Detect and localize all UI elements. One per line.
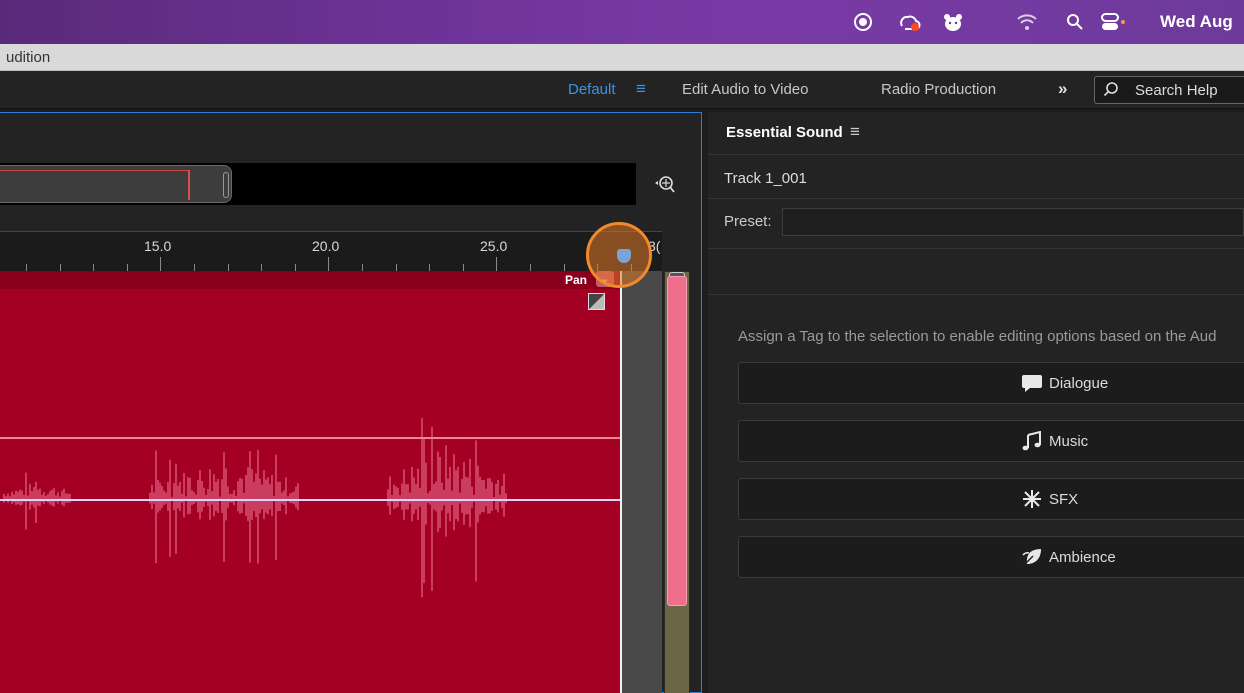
essential-sound-title[interactable]: Essential Sound <box>726 124 843 141</box>
tag-sfx-button[interactable]: SFX <box>738 478 1244 520</box>
tag-ambience-button[interactable]: Ambience <box>738 536 1244 578</box>
workspace-edit-audio-to-video[interactable]: Edit Audio to Video <box>682 81 809 98</box>
ruler-tick <box>227 264 229 271</box>
ruler-tick <box>26 264 27 271</box>
wifi-icon[interactable] <box>1014 10 1040 34</box>
waveform <box>3 418 507 598</box>
editor-panel: 15.0 20.0 25.0 3( Pan ⌄ <box>0 112 702 693</box>
ruler-tick <box>328 257 330 271</box>
menubar-date[interactable]: Wed Aug <box>1160 12 1233 32</box>
workspace-menu-icon[interactable]: ≡ <box>636 79 646 99</box>
assign-tag-hint: Assign a Tag to the selection to enable … <box>738 328 1217 345</box>
bear-icon[interactable] <box>940 10 966 34</box>
essential-sound-panel: Essential Sound ≡ Track 1_001 Preset: As… <box>708 112 1244 693</box>
workspace-default[interactable]: Default <box>568 81 616 98</box>
record-icon[interactable] <box>850 10 876 34</box>
tag-dialogue-button[interactable]: Dialogue <box>738 362 1244 404</box>
pan-envelope-line[interactable] <box>0 499 620 501</box>
ruler-tick <box>429 264 431 271</box>
divider <box>708 294 1244 295</box>
creative-cloud-icon[interactable] <box>896 10 922 34</box>
music-note-icon <box>1021 430 1043 456</box>
audio-track-clip[interactable]: Pan ⌄ <box>0 271 622 693</box>
control-center-icon[interactable] <box>1100 10 1126 34</box>
ruler-tick <box>395 264 397 271</box>
ruler-tick <box>496 257 498 271</box>
tag-sfx-label: SFX <box>1049 491 1079 508</box>
click-highlight-ring <box>586 222 652 288</box>
app-title: udition <box>6 49 51 66</box>
search-icon[interactable] <box>1062 10 1088 34</box>
preset-dropdown[interactable] <box>782 208 1244 236</box>
tag-dialogue-label: Dialogue <box>1049 375 1109 392</box>
workspace-radio-production[interactable]: Radio Production <box>881 81 996 98</box>
tag-music-button[interactable]: Music <box>738 420 1244 462</box>
tag-ambience-label: Ambience <box>1049 549 1116 566</box>
search-help-icon <box>1103 81 1119 102</box>
meter-fill <box>667 276 687 606</box>
ruler-tick <box>126 264 128 271</box>
overview-resize-handle[interactable] <box>223 172 229 198</box>
playhead-marker-icon[interactable] <box>617 249 631 263</box>
vertical-scrollbar[interactable] <box>622 271 662 693</box>
ruler-tick <box>294 264 296 271</box>
ruler-tick <box>261 264 263 271</box>
ruler-tick <box>59 264 61 271</box>
ruler-label: 15.0 <box>144 238 172 254</box>
ruler-tick <box>194 264 195 271</box>
time-ruler[interactable]: 15.0 20.0 25.0 3( <box>0 231 662 271</box>
ruler-tick <box>362 264 363 271</box>
preset-label: Preset: <box>724 213 772 230</box>
burst-icon <box>1021 489 1043 514</box>
ruler-tick <box>563 264 565 271</box>
ruler-tick <box>93 264 95 271</box>
ruler-label: 20.0 <box>312 238 340 254</box>
divider <box>708 198 1244 199</box>
overview-playhead <box>188 170 190 200</box>
app-titlebar: udition <box>0 44 1244 71</box>
more-workspaces-icon[interactable]: » <box>1058 79 1067 99</box>
overview-bar[interactable] <box>0 163 636 205</box>
divider <box>708 154 1244 155</box>
speech-bubble-icon <box>1021 373 1043 398</box>
ruler-tick <box>160 257 162 271</box>
macos-menubar: Wed Aug <box>0 0 1244 44</box>
search-help-box[interactable]: Search Help <box>1094 76 1244 104</box>
panel-menu-icon[interactable]: ≡ <box>850 122 860 142</box>
search-help-label: Search Help <box>1135 82 1218 99</box>
track-name: Track 1_001 <box>724 170 807 187</box>
overview-selection-line <box>0 170 188 171</box>
ruler-tick <box>530 264 531 271</box>
divider <box>708 248 1244 249</box>
level-meter <box>664 271 690 693</box>
leaf-icon <box>1021 547 1043 572</box>
ruler-tick <box>462 264 464 271</box>
ruler-label: 25.0 <box>480 238 508 254</box>
tag-music-label: Music <box>1049 433 1089 450</box>
zoom-navigator-icon[interactable] <box>654 173 676 201</box>
workspace-bar: Default ≡ Edit Audio to Video Radio Prod… <box>0 71 1244 109</box>
overview-scroll-thumb[interactable] <box>0 165 232 203</box>
